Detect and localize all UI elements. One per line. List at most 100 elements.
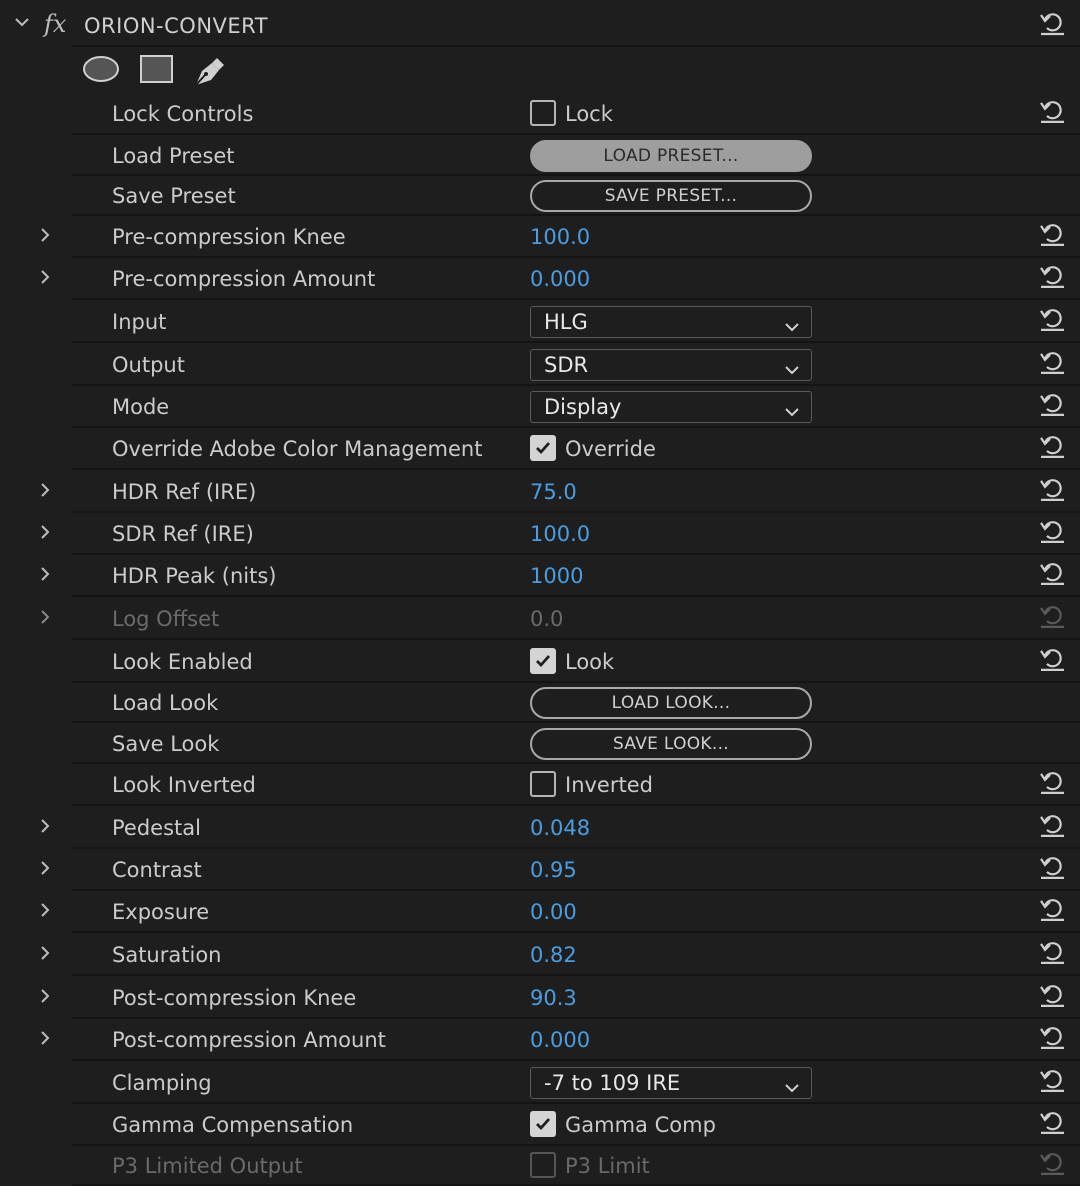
output-dropdown[interactable]: SDR (530, 348, 812, 381)
pre-compression-knee-value[interactable]: 100.0 (530, 225, 590, 249)
expand-chevron-icon[interactable] (38, 1028, 52, 1052)
param-row-load-preset: Load Preset LOAD PRESET... (0, 135, 1080, 176)
checkbox-label: Gamma Comp (565, 1113, 716, 1137)
param-label: Saturation (112, 942, 222, 967)
checkbox-checked-icon[interactable] (530, 435, 556, 461)
reset-icon[interactable] (1038, 645, 1066, 676)
reset-icon[interactable] (1038, 221, 1066, 252)
checkbox-checked-icon[interactable] (530, 647, 556, 674)
param-row-output: Output SDR (0, 343, 1080, 386)
hdr-peak-nits-value[interactable]: 1000 (530, 564, 583, 588)
rectangle-mask-icon[interactable] (140, 54, 174, 89)
reset-icon[interactable] (1038, 938, 1066, 969)
reset-icon (1038, 1150, 1066, 1181)
reset-icon[interactable] (1038, 433, 1066, 464)
expand-chevron-icon[interactable] (38, 225, 52, 249)
expand-chevron-icon[interactable] (38, 522, 52, 546)
checkbox-label: Look (565, 649, 615, 674)
reset-icon[interactable] (1038, 10, 1066, 41)
post-compression-knee-value[interactable]: 90.3 (530, 986, 577, 1010)
param-label: Save Look (112, 731, 220, 756)
param-label: Pedestal (112, 815, 201, 840)
saturation-value[interactable]: 0.82 (530, 943, 577, 967)
reset-icon[interactable] (1038, 1109, 1066, 1140)
param-row-hdr-ref-ire: HDR Ref (IRE) 75.0 (0, 470, 1080, 513)
param-label: P3 Limited Output (112, 1154, 303, 1178)
reset-icon[interactable] (1038, 518, 1066, 549)
checkbox-checked-icon[interactable] (530, 1111, 556, 1137)
reset-icon[interactable] (1038, 98, 1066, 129)
param-label: Save Preset (112, 184, 236, 208)
reset-icon[interactable] (1038, 854, 1066, 885)
save-preset-button[interactable]: SAVE PRESET... (530, 180, 812, 212)
effect-header: fx ORION-CONVERT (0, 0, 1080, 46)
load-look-button[interactable]: LOAD LOOK... (530, 687, 812, 719)
param-label: Load Look (112, 691, 219, 715)
dropdown-value: Display (544, 395, 622, 419)
reset-icon[interactable] (1038, 1024, 1066, 1055)
collapse-chevron-icon[interactable] (12, 12, 32, 37)
expand-chevron-icon[interactable] (38, 607, 52, 631)
reset-icon[interactable] (1038, 305, 1066, 336)
param-label: Mode (112, 395, 170, 419)
expand-chevron-icon[interactable] (38, 480, 52, 504)
chevron-down-icon (783, 315, 801, 339)
clamping-dropdown[interactable]: -7 to 109 IRE (530, 1066, 812, 1100)
reset-icon[interactable] (1038, 475, 1066, 506)
chevron-down-icon (783, 400, 801, 424)
reset-icon[interactable] (1038, 1066, 1066, 1097)
sdr-ref-ire-value[interactable]: 100.0 (530, 522, 590, 546)
param-label: Clamping (112, 1070, 212, 1095)
reset-icon[interactable] (1038, 348, 1066, 379)
checkbox-label: Inverted (565, 773, 653, 797)
ellipse-mask-icon[interactable] (82, 54, 122, 89)
reset-icon[interactable] (1038, 811, 1066, 842)
checkbox-empty-icon[interactable] (530, 100, 556, 126)
fx-toggle[interactable]: fx (44, 10, 66, 38)
param-label: HDR Ref (IRE) (112, 479, 257, 504)
checkbox-label: Override (565, 437, 656, 461)
param-label: SDR Ref (IRE) (112, 522, 254, 546)
reset-icon[interactable] (1038, 560, 1066, 591)
save-look-button[interactable]: SAVE LOOK... (530, 727, 812, 760)
reset-icon[interactable] (1038, 263, 1066, 294)
hdr-ref-ire-value[interactable]: 75.0 (530, 480, 577, 504)
post-compression-amount-value[interactable]: 0.000 (530, 1028, 590, 1052)
input-dropdown[interactable]: HLG (530, 305, 812, 339)
checkbox-empty-icon[interactable] (530, 771, 556, 797)
expand-chevron-icon[interactable] (38, 564, 52, 588)
reset-icon[interactable] (1038, 769, 1066, 800)
param-label: Post-compression Amount (112, 1028, 386, 1052)
pre-compression-amount-value[interactable]: 0.000 (530, 267, 590, 291)
contrast-value[interactable]: 0.95 (530, 858, 577, 882)
expand-chevron-icon[interactable] (38, 858, 52, 882)
mode-dropdown[interactable]: Display (530, 391, 812, 423)
pen-mask-icon[interactable] (192, 54, 228, 93)
exposure-value[interactable]: 0.00 (530, 900, 577, 924)
param-row-save-look: Save Look SAVE LOOK... (0, 723, 1080, 764)
param-row-pre-compression-knee: Pre-compression Knee 100.0 (0, 216, 1080, 258)
param-row-log-offset: Log Offset 0.0 (0, 597, 1080, 640)
pedestal-value[interactable]: 0.048 (530, 816, 590, 840)
param-row-post-compression-knee: Post-compression Knee 90.3 (0, 976, 1080, 1019)
expand-chevron-icon[interactable] (38, 943, 52, 967)
param-label: Exposure (112, 900, 210, 924)
param-row-save-preset: Save Preset SAVE PRESET... (0, 176, 1080, 216)
reset-icon[interactable] (1038, 981, 1066, 1012)
param-row-pedestal: Pedestal 0.048 (0, 806, 1080, 849)
param-row-contrast: Contrast 0.95 (0, 849, 1080, 891)
expand-chevron-icon[interactable] (38, 900, 52, 924)
chevron-down-icon (783, 1076, 801, 1100)
param-label: Pre-compression Knee (112, 225, 346, 249)
reset-icon (1038, 602, 1066, 633)
expand-chevron-icon[interactable] (38, 267, 52, 291)
reset-icon[interactable] (1038, 896, 1066, 927)
expand-chevron-icon[interactable] (38, 986, 52, 1010)
param-row-clamping: Clamping -7 to 109 IRE (0, 1061, 1080, 1104)
dropdown-value: HLG (544, 309, 588, 334)
param-row-exposure: Exposure 0.00 (0, 891, 1080, 933)
param-label: Input (112, 309, 167, 334)
load-preset-button[interactable]: LOAD PRESET... (530, 139, 812, 172)
reset-icon[interactable] (1038, 391, 1066, 422)
expand-chevron-icon[interactable] (38, 816, 52, 840)
